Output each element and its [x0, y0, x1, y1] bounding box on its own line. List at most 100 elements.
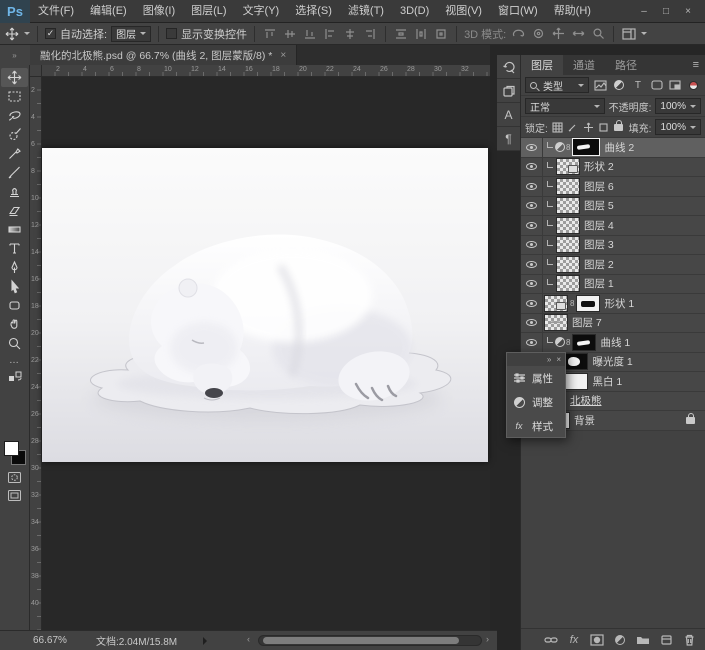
menu-image[interactable]: 图像(I) — [135, 0, 183, 23]
link-layers-icon[interactable] — [543, 632, 559, 648]
edit-toolbar-ellipsis-icon[interactable]: … — [1, 355, 28, 366]
layer-name[interactable]: 图层 3 — [584, 237, 614, 252]
brush-tool[interactable] — [1, 163, 28, 182]
path-selection-tool[interactable] — [1, 277, 28, 296]
menu-help[interactable]: 帮助(H) — [546, 0, 599, 23]
layer-thumbnail[interactable] — [557, 237, 579, 253]
layer-thumbnail[interactable] — [557, 256, 579, 272]
lasso-tool[interactable] — [1, 106, 28, 125]
pen-tool[interactable] — [1, 258, 28, 277]
layer-name[interactable]: 形状 1 — [604, 296, 634, 311]
opacity-field[interactable]: 100% — [655, 98, 701, 114]
filter-kind-dropdown[interactable]: 类型 — [525, 77, 590, 93]
document-tab[interactable]: 融化的北极熊.psd @ 66.7% (曲线 2, 图层蒙版/8) * × — [30, 45, 298, 65]
menu-window[interactable]: 窗口(W) — [490, 0, 546, 23]
quick-mask-mode-icon[interactable] — [1, 471, 28, 484]
pasteboard[interactable] — [42, 77, 490, 630]
zoom-tool[interactable] — [1, 334, 28, 353]
shape-tool[interactable] — [1, 296, 28, 315]
hand-tool[interactable] — [1, 315, 28, 334]
layer-row-2[interactable]: 图层 2 — [521, 255, 705, 275]
horizontal-scrollbar-thumb[interactable] — [263, 637, 459, 644]
add-mask-icon[interactable] — [589, 632, 605, 648]
new-adjustment-icon[interactable] — [612, 632, 628, 648]
move-tool[interactable] — [1, 68, 28, 87]
vertical-ruler[interactable]: 2 4 6 8 10 12 14 16 18 20 22 24 26 28 30 32 34 36 38 40 — [30, 77, 42, 630]
eyedropper-tool[interactable] — [1, 144, 28, 163]
pixel-filter-icon[interactable] — [593, 78, 608, 92]
libraries-panel-icon[interactable] — [497, 79, 520, 103]
tab-channels[interactable]: 通道 — [563, 55, 605, 75]
visibility-toggle[interactable] — [521, 196, 543, 215]
layer-thumbnail[interactable] — [557, 178, 579, 194]
lock-position-icon[interactable] — [583, 120, 594, 134]
tab-close-icon[interactable]: × — [280, 50, 286, 61]
scroll-right-arrow[interactable]: › — [486, 634, 489, 644]
layer-row-5[interactable]: 图层 5 — [521, 196, 705, 216]
menu-layer[interactable]: 图层(L) — [183, 0, 234, 23]
layer-name[interactable]: 图层 7 — [572, 315, 602, 330]
menu-select[interactable]: 选择(S) — [287, 0, 340, 23]
status-menu-arrow[interactable] — [203, 636, 211, 645]
toolbar-collapse-arrows[interactable]: » — [0, 45, 30, 65]
horizontal-scrollbar[interactable] — [258, 635, 482, 646]
layer-mask-thumbnail[interactable] — [573, 334, 596, 350]
document-canvas[interactable] — [42, 148, 488, 462]
layer-thumbnail[interactable] — [557, 276, 579, 292]
ruler-origin-corner[interactable] — [30, 65, 42, 77]
workspace-switcher-icon[interactable] — [621, 26, 637, 42]
close-button[interactable]: × — [679, 4, 697, 19]
layer-name[interactable]: 图层 1 — [584, 276, 614, 291]
maximize-button[interactable]: □ — [657, 4, 675, 19]
visibility-toggle[interactable] — [521, 138, 543, 157]
close-panel-icon[interactable]: × — [556, 355, 561, 364]
visibility-toggle[interactable] — [521, 313, 543, 332]
layer-row-shape-2[interactable]: 形状 2 — [521, 157, 705, 177]
shape-filter-icon[interactable] — [649, 78, 664, 92]
layer-name[interactable]: 图层 4 — [584, 218, 614, 233]
zoom-level-field[interactable]: 66.67% — [33, 635, 88, 646]
layer-name[interactable]: 黑白 1 — [592, 374, 622, 389]
menu-3d[interactable]: 3D(D) — [392, 0, 437, 23]
layer-row-3[interactable]: 图层 3 — [521, 235, 705, 255]
visibility-toggle[interactable] — [521, 294, 543, 313]
layer-style-icon[interactable]: fx — [566, 632, 582, 648]
layer-thumbnail[interactable] — [545, 295, 567, 311]
layer-mask-thumbnail[interactable] — [565, 373, 588, 389]
rectangular-marquee-tool[interactable] — [1, 87, 28, 106]
visibility-toggle[interactable] — [521, 216, 543, 235]
layer-name[interactable]: 形状 2 — [584, 159, 614, 174]
layer-row-4[interactable]: 图层 4 — [521, 216, 705, 236]
history-panel-icon[interactable] — [497, 55, 520, 79]
scroll-left-arrow[interactable]: ‹ — [247, 634, 250, 644]
styles-panel-button[interactable]: fx 样式 — [507, 414, 565, 438]
minimize-button[interactable]: – — [635, 4, 653, 19]
layer-row-curves-1[interactable]: 8 曲线 1 — [521, 333, 705, 353]
new-layer-icon[interactable] — [658, 632, 674, 648]
fill-field[interactable]: 100% — [655, 119, 702, 135]
tab-paths[interactable]: 路径 — [605, 55, 647, 75]
tool-preset-caret[interactable] — [24, 32, 30, 38]
layer-name[interactable]: 背景 — [574, 413, 595, 428]
layer-name[interactable]: 曲线 2 — [604, 140, 634, 155]
menu-filter[interactable]: 滤镜(T) — [340, 0, 392, 23]
layer-row-curves-2[interactable]: 8 曲线 2 — [521, 138, 705, 158]
properties-panel-button[interactable]: 属性 — [507, 366, 565, 390]
layer-mask-thumbnail[interactable] — [565, 354, 588, 370]
layer-thumbnail[interactable] — [557, 217, 579, 233]
swap-colors-icon[interactable] — [1, 371, 28, 383]
layer-thumbnail[interactable] — [557, 198, 579, 214]
eraser-tool[interactable] — [1, 201, 28, 220]
layer-row-7[interactable]: 图层 7 — [521, 313, 705, 333]
menu-view[interactable]: 视图(V) — [437, 0, 490, 23]
auto-select-checkbox[interactable]: ✓ — [45, 28, 56, 39]
layer-row-1[interactable]: 图层 1 — [521, 274, 705, 294]
type-tool[interactable] — [1, 239, 28, 258]
paragraph-panel-icon[interactable]: ¶ — [497, 127, 520, 151]
menu-file[interactable]: 文件(F) — [30, 0, 82, 23]
tab-layers[interactable]: 图层 — [521, 55, 563, 75]
layer-thumbnail[interactable] — [545, 315, 567, 331]
layer-mask-thumbnail[interactable] — [573, 139, 600, 156]
visibility-toggle[interactable] — [521, 274, 543, 293]
menu-edit[interactable]: 编辑(E) — [82, 0, 135, 23]
